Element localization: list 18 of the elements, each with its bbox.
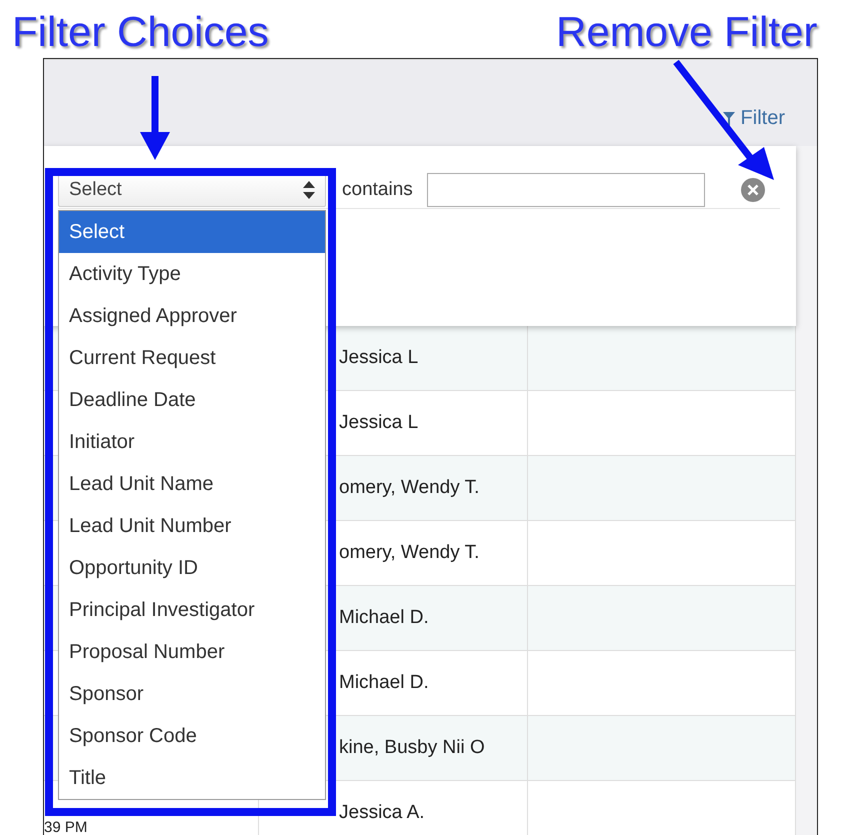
name-text: omery, Wendy T.: [339, 477, 480, 499]
name-text: Jessica L: [339, 412, 418, 434]
callout-label: Filter Choices: [12, 8, 269, 56]
name-text: kine, Busby Nii O: [339, 737, 485, 759]
filter-value-field[interactable]: [426, 172, 705, 206]
name-text: Jessica L: [339, 347, 418, 369]
callout-label: Remove Filter: [556, 8, 818, 56]
operator-label: contains: [342, 178, 413, 200]
name-text: omery, Wendy T.: [339, 542, 480, 564]
name-text: Michael D.: [339, 672, 429, 694]
name-text: Michael D.: [339, 607, 429, 629]
funnel-icon: [722, 112, 735, 126]
name-text: Jessica A.: [339, 802, 425, 824]
filter-link[interactable]: Filter: [722, 107, 785, 130]
up-down-caret-icon: [303, 180, 315, 198]
remove-filter-icon[interactable]: [740, 178, 765, 202]
dropdown-option[interactable]: Select: [59, 211, 325, 253]
time-text: 39 PM: [44, 820, 88, 835]
